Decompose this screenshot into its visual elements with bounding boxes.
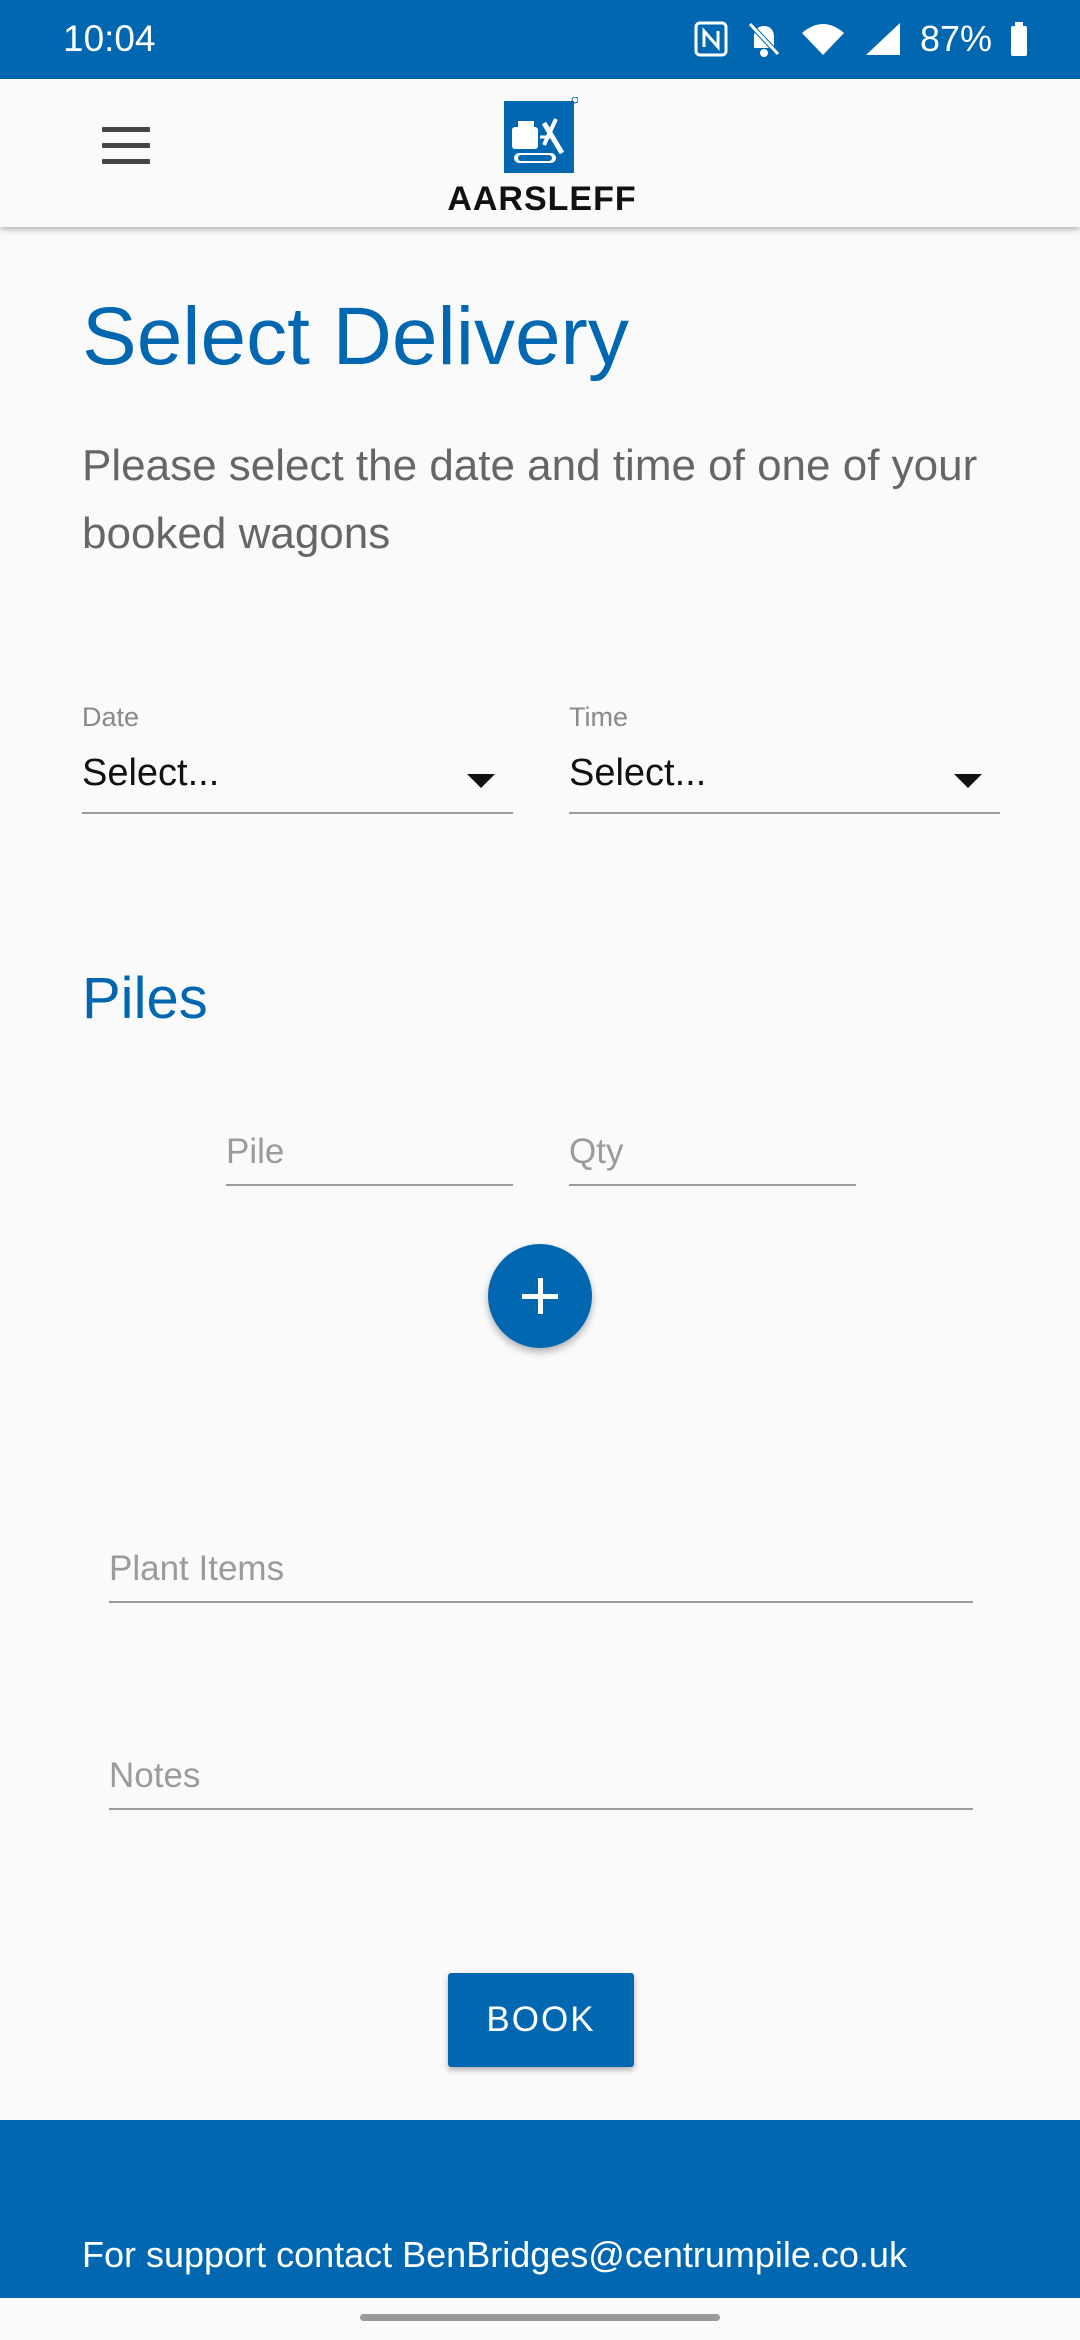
gesture-handle[interactable] bbox=[360, 2314, 720, 2321]
notes-placeholder: Notes bbox=[109, 1756, 201, 1795]
qty-placeholder: Qty bbox=[569, 1132, 624, 1171]
battery-icon bbox=[1011, 22, 1027, 56]
plant-items-input[interactable]: Plant Items bbox=[109, 1537, 973, 1603]
battery-percentage: 87% bbox=[919, 18, 992, 59]
logo-text: AARSLEFF bbox=[447, 180, 637, 218]
status-icons: 87% bbox=[694, 16, 1028, 62]
notes-input[interactable]: Notes bbox=[109, 1744, 973, 1810]
nfc-icon bbox=[694, 21, 728, 57]
signal-icon bbox=[865, 23, 900, 55]
dropdown-arrow-icon bbox=[954, 774, 982, 788]
time-select-value: Select... bbox=[569, 752, 707, 794]
page-subtitle: Please select the date and time of one o… bbox=[82, 441, 978, 558]
dropdown-arrow-icon bbox=[467, 774, 495, 788]
navigation-bar bbox=[0, 2298, 1080, 2340]
bell-off-icon bbox=[748, 22, 780, 57]
status-bar: 10:04 87% bbox=[0, 0, 1080, 79]
time-select[interactable]: Select... bbox=[569, 742, 1000, 814]
footer: For support contact BenBridges@centrumpi… bbox=[0, 2120, 1080, 2298]
date-field: Date Select... bbox=[82, 702, 513, 848]
hamburger-menu-icon[interactable] bbox=[96, 127, 156, 177]
page-title: Select Delivery bbox=[82, 291, 629, 382]
plant-items-placeholder: Plant Items bbox=[109, 1549, 285, 1588]
pile-input[interactable]: Pile bbox=[226, 1120, 513, 1186]
qty-input[interactable]: Qty bbox=[569, 1120, 856, 1186]
date-select[interactable]: Select... bbox=[82, 742, 513, 814]
pile-placeholder: Pile bbox=[226, 1132, 285, 1171]
wifi-icon bbox=[801, 24, 844, 55]
status-time: 10:04 bbox=[63, 18, 156, 59]
date-label: Date bbox=[82, 702, 140, 732]
add-pile-button[interactable] bbox=[488, 1244, 592, 1348]
time-label: Time bbox=[569, 702, 628, 732]
date-select-value: Select... bbox=[82, 752, 220, 794]
book-button[interactable]: BOOK bbox=[448, 1973, 634, 2067]
time-field: Time Select... bbox=[569, 702, 1000, 848]
aarsleff-logo: AARSLEFF bbox=[432, 97, 652, 218]
piles-section-title: Piles bbox=[82, 966, 208, 1031]
logo-mark-icon bbox=[504, 97, 578, 173]
app-header: AARSLEFF bbox=[0, 79, 1080, 227]
support-text: For support contact BenBridges@centrumpi… bbox=[82, 2234, 907, 2275]
